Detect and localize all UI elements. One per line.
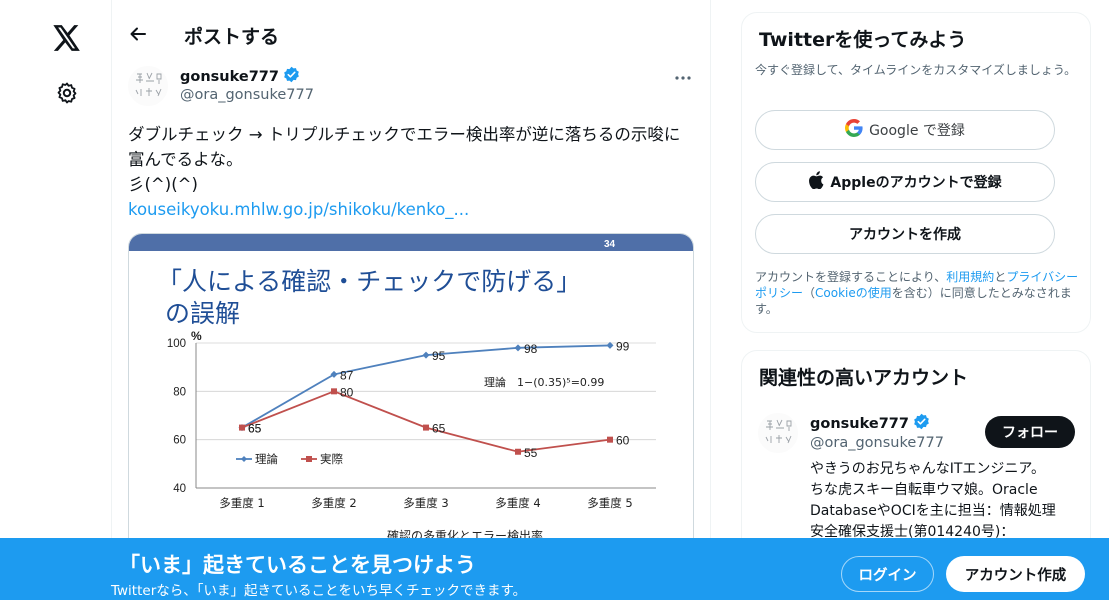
arrow-left-icon[interactable] xyxy=(122,18,154,50)
bio-line: DatabaseやOCIを主に担当：情報処理 xyxy=(810,503,1056,519)
legend-label: 実際 xyxy=(320,452,343,466)
google-icon xyxy=(845,119,863,141)
left-nav xyxy=(0,0,112,600)
tweet-link[interactable]: kouseikyoku.mhlw.go.jp/shikoku/kenko_... xyxy=(128,197,700,222)
data-point xyxy=(515,448,521,455)
avatar[interactable] xyxy=(758,413,798,453)
data-label: 80 xyxy=(340,385,354,399)
legal-prefix: アカウントを登録することにより、 xyxy=(755,270,947,284)
x-logo-icon[interactable] xyxy=(42,13,92,63)
tweet-author: gonsuke777 @ora_gonsuke777 xyxy=(128,66,698,116)
tweet-text: ダブルチェック → トリプルチェックでエラー検出率が逆に落ちるの示唆に 富んでる… xyxy=(128,122,700,222)
main-column: ポストする gonsuke777 @ora_gonsuke777 ダブルチェック… xyxy=(112,0,711,600)
y-tick-label: 40 xyxy=(173,483,186,495)
data-label: 65 xyxy=(248,422,262,436)
more-options-icon[interactable] xyxy=(668,66,698,90)
page-title: ポストする xyxy=(184,26,280,48)
follow-button[interactable]: フォロー xyxy=(985,416,1075,448)
apple-signup-button[interactable]: Appleのアカウントで登録 xyxy=(755,162,1055,202)
terms-link[interactable]: 利用規約 xyxy=(946,270,994,284)
data-point xyxy=(423,424,429,431)
data-label: 60 xyxy=(616,434,630,448)
author-handle[interactable]: @ora_gonsuke777 xyxy=(180,87,314,103)
signup-title: Twitterを使ってみよう xyxy=(759,29,967,51)
avatar[interactable] xyxy=(128,66,168,106)
y-tick-label: 100 xyxy=(167,338,186,350)
slide-title-line1: 「人による確認・チェックで防げる」 xyxy=(157,267,581,296)
related-account-name[interactable]: gonsuke777 xyxy=(810,413,930,434)
author-name-text[interactable]: gonsuke777 xyxy=(180,69,279,85)
tweet-text-line: 富んでるよな。 xyxy=(128,150,243,169)
legend-marker xyxy=(306,456,312,462)
tweet-text-line: ダブルチェック → トリプルチェックでエラー検出率が逆に落ちるの示唆に xyxy=(128,125,681,144)
tweet-text-line: 彡(^)(^) xyxy=(128,175,198,194)
x-tick-label: 多重度 1 xyxy=(219,496,264,510)
verified-badge-icon xyxy=(283,66,300,87)
legend-label: 理論 xyxy=(255,452,278,466)
data-point xyxy=(239,424,245,431)
data-label: 98 xyxy=(524,342,538,356)
login-button[interactable]: ログイン xyxy=(841,556,934,592)
legal-paren: （ xyxy=(803,286,816,300)
signup-banner: 「いま」起きていることを見つけよう Twitterなら、「いま」起きていることを… xyxy=(0,538,1109,600)
y-axis-label: % xyxy=(191,329,202,343)
x-tick-label: 多重度 2 xyxy=(311,496,356,510)
cookie-link[interactable]: Cookieの使用 xyxy=(815,286,892,300)
apple-signup-label: Appleのアカウントで登録 xyxy=(830,175,1002,191)
signup-card: Twitterを使ってみよう 今すぐ登録して、タイムラインをカスタマイズしましょ… xyxy=(741,12,1091,333)
data-label: 55 xyxy=(524,446,538,460)
data-label: 95 xyxy=(432,349,446,363)
verified-badge-icon xyxy=(913,413,930,434)
related-account-handle[interactable]: @ora_gonsuke777 xyxy=(810,435,944,451)
create-account-button[interactable]: アカウントを作成 xyxy=(755,214,1055,254)
create-account-label: アカウントを作成 xyxy=(849,227,961,243)
signup-subtitle: 今すぐ登録して、タイムラインをカスタマイズしましょう。 xyxy=(755,63,1077,77)
signup-button[interactable]: アカウント作成 xyxy=(946,556,1085,592)
y-tick-label: 60 xyxy=(173,435,186,447)
data-label: 87 xyxy=(340,368,354,382)
tweet-media-image[interactable]: 34 「人による確認・チェックで防げる」 の誤解 % 理論 1−(0.35)⁵=… xyxy=(128,233,694,553)
data-label: 99 xyxy=(616,339,630,353)
related-name-text[interactable]: gonsuke777 xyxy=(810,416,909,432)
related-account-bio: やきうのお兄ちゃんなITエンジニア。 ちな虎スキー自転車ウマ娘。Oracle D… xyxy=(810,459,1078,543)
post-header: ポストする xyxy=(112,0,710,66)
data-label: 65 xyxy=(432,422,446,436)
related-title: 関連性の高いアカウント xyxy=(759,367,969,389)
slide-page-number: 34 xyxy=(604,239,616,250)
x-tick-label: 多重度 3 xyxy=(403,496,448,510)
legal-notice: アカウントを登録することにより、利用規約とプライバシーポリシー（Cookieの使… xyxy=(755,269,1085,317)
y-tick-label: 80 xyxy=(173,386,186,398)
data-point xyxy=(331,388,337,395)
slide-title-line2: の誤解 xyxy=(165,299,240,328)
banner-title: 「いま」起きていることを見つけよう xyxy=(119,553,476,577)
google-signup-label: Google で登録 xyxy=(869,123,965,139)
gear-icon[interactable] xyxy=(42,68,92,118)
x-tick-label: 多重度 5 xyxy=(587,496,632,510)
bio-line: ちな虎スキー自転車ウマ娘。Oracle xyxy=(810,482,1038,498)
google-signup-button[interactable]: Google で登録 xyxy=(755,110,1055,150)
x-tick-label: 多重度 4 xyxy=(495,496,540,510)
theory-formula: 理論 1−(0.35)⁵=0.99 xyxy=(484,375,604,389)
banner-subtitle: Twitterなら、「いま」起きていることをいち早くチェックできます。 xyxy=(111,583,527,599)
legal-and: と xyxy=(994,270,1007,284)
data-point xyxy=(607,436,613,443)
author-name[interactable]: gonsuke777 xyxy=(180,66,300,87)
bio-line: やきうのお兄ちゃんなITエンジニア。 xyxy=(810,461,1045,477)
apple-icon xyxy=(808,171,824,193)
